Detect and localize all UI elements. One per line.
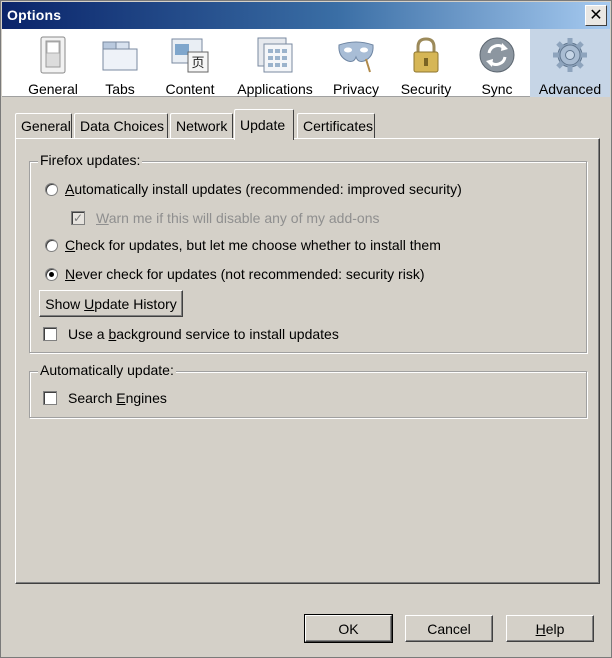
search-engines-label: Search Engines — [68, 390, 167, 406]
background-service-option[interactable]: Use a background service to install upda… — [43, 326, 339, 342]
auto-install-option[interactable]: Automatically install updates (recommend… — [45, 181, 462, 197]
general-switch-icon — [33, 35, 73, 75]
pane-applications[interactable]: Applications — [233, 29, 317, 97]
firefox-updates-legend: Firefox updates: — [38, 152, 143, 168]
tab-label: Update — [240, 117, 286, 133]
auto-update-legend: Automatically update: — [38, 362, 176, 378]
tab-label: Data Choices — [80, 118, 165, 134]
never-check-label: Never check for updates (not recommended… — [65, 266, 425, 282]
cancel-label: Cancel — [427, 620, 471, 637]
background-service-checkbox[interactable] — [43, 327, 57, 341]
pane-label: Advanced — [538, 81, 602, 97]
pane-content[interactable]: 页 Content — [156, 29, 224, 97]
applications-icon — [255, 35, 295, 75]
check-updates-radio[interactable] — [45, 238, 58, 252]
warn-addons-option: ✓ Warn me if this will disable any of my… — [71, 210, 380, 226]
tab-label: General — [21, 118, 71, 134]
show-update-history-label: Show Update History — [45, 295, 177, 312]
title-bar[interactable]: Options ✕ — [2, 2, 610, 29]
tab-update[interactable]: Update — [234, 109, 294, 140]
sync-icon — [477, 35, 517, 75]
check-updates-label: Check for updates, but let me choose whe… — [65, 237, 441, 253]
auto-update-group: Automatically update: Search Engines — [29, 362, 587, 418]
never-check-option[interactable]: Never check for updates (not recommended… — [45, 266, 425, 282]
content-icon: 页 — [170, 35, 210, 75]
gear-icon — [550, 35, 590, 75]
help-button[interactable]: Help — [506, 615, 594, 642]
auto-install-radio[interactable] — [45, 182, 58, 196]
pane-label: Privacy — [333, 81, 379, 97]
padlock-icon — [406, 35, 446, 75]
pane-label: Applications — [237, 81, 313, 97]
options-window: Options ✕ General Tabs 页 Content Applica… — [0, 0, 612, 658]
tab-label: Network — [176, 118, 228, 134]
tab-label: Certificates — [303, 118, 374, 134]
check-updates-option[interactable]: Check for updates, but let me choose whe… — [45, 237, 441, 253]
ok-button[interactable]: OK — [304, 614, 393, 643]
pane-label: Sync — [481, 81, 513, 97]
svg-text:页: 页 — [191, 56, 204, 71]
ok-label: OK — [338, 620, 359, 637]
tab-general[interactable]: General — [15, 113, 72, 139]
pane-label: Security — [400, 81, 452, 97]
window-title: Options — [7, 7, 62, 23]
pane-security[interactable]: Security — [394, 29, 458, 97]
close-icon: ✕ — [589, 6, 603, 24]
show-update-history-button[interactable]: Show Update History — [39, 290, 183, 317]
warn-addons-label: Warn me if this will disable any of my a… — [96, 210, 380, 226]
close-button[interactable]: ✕ — [585, 5, 607, 26]
search-engines-checkbox[interactable] — [43, 391, 57, 405]
tabs-icon — [100, 35, 140, 75]
warn-addons-checkbox: ✓ — [71, 211, 85, 225]
tab-certificates[interactable]: Certificates — [297, 113, 375, 139]
update-tab-panel: Firefox updates: Automatically install u… — [15, 138, 600, 584]
tab-network[interactable]: Network — [170, 113, 233, 139]
pane-advanced[interactable]: Advanced — [530, 29, 610, 97]
pane-sync[interactable]: Sync — [472, 29, 522, 97]
pane-privacy[interactable]: Privacy — [328, 29, 384, 97]
auto-install-label: Automatically install updates (recommend… — [65, 181, 462, 197]
pane-label: General — [28, 81, 78, 97]
cancel-button[interactable]: Cancel — [405, 615, 493, 642]
preferences-toolbar: General Tabs 页 Content Applications Priv… — [2, 29, 610, 97]
pane-label: Tabs — [105, 81, 135, 97]
privacy-mask-icon — [336, 35, 376, 75]
tab-data-choices[interactable]: Data Choices — [74, 113, 168, 139]
firefox-updates-group: Firefox updates: Automatically install u… — [29, 152, 587, 353]
pane-label: Content — [165, 81, 215, 97]
never-check-radio[interactable] — [45, 267, 58, 281]
pane-general[interactable]: General — [19, 29, 87, 97]
help-label: Help — [535, 620, 565, 637]
search-engines-option[interactable]: Search Engines — [43, 390, 167, 406]
background-service-label: Use a background service to install upda… — [68, 326, 339, 342]
pane-tabs[interactable]: Tabs — [90, 29, 150, 97]
